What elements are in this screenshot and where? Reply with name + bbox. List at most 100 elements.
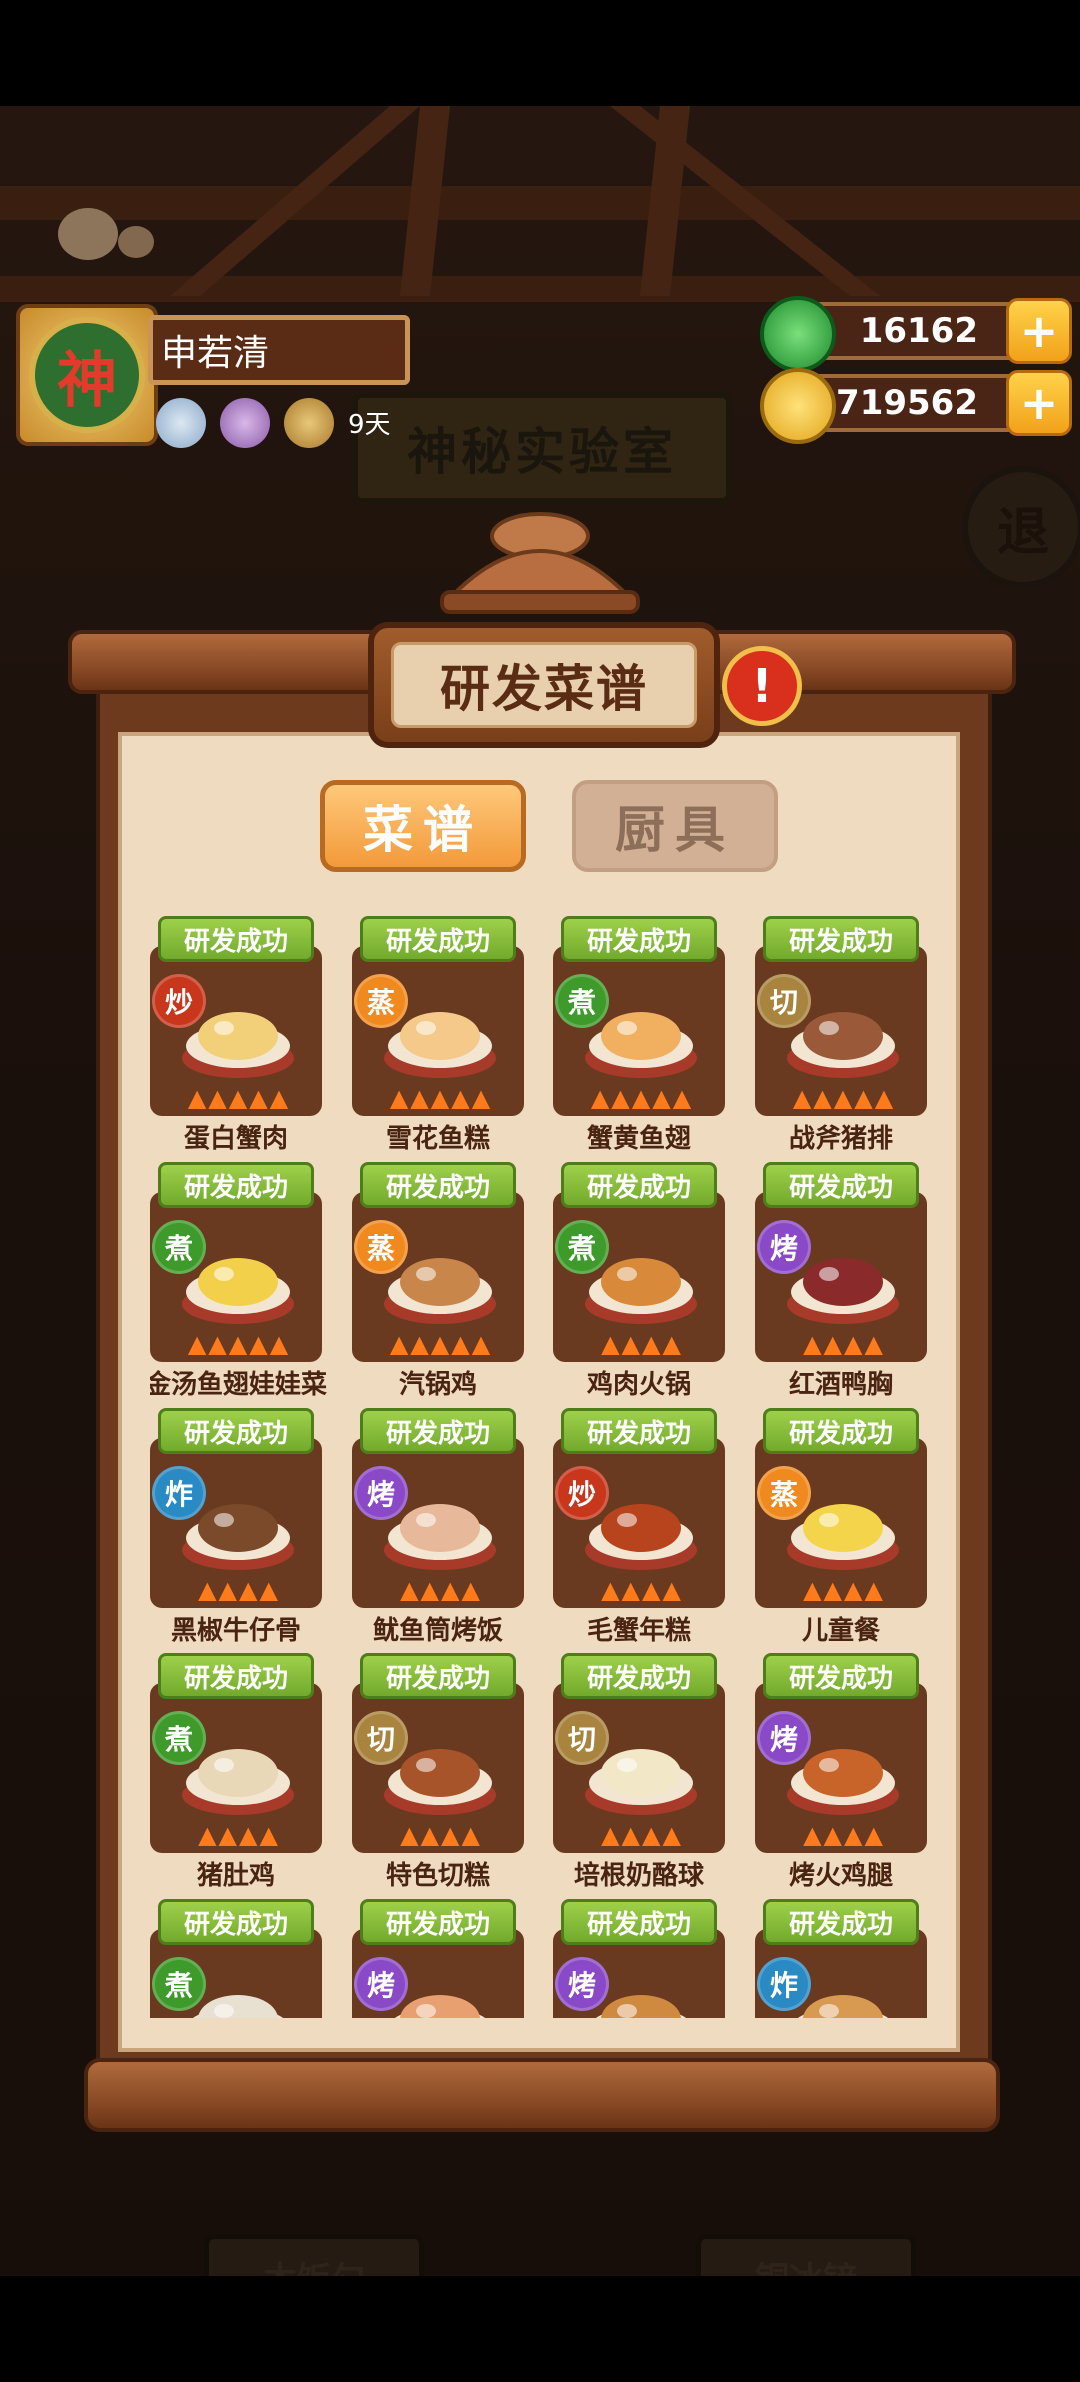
flame-icon: ▲ bbox=[672, 1084, 692, 1112]
recipe-card[interactable]: 研发成功切 ▲ ▲ ▲ ▲ 特色切糕 bbox=[352, 1653, 524, 1897]
recipe-card[interactable]: 研发成功烤 bbox=[553, 1899, 725, 2018]
recipe-card[interactable]: 研发成功炒 ▲ ▲ ▲ ▲ 毛蟹年糕 bbox=[553, 1408, 725, 1652]
recipe-card[interactable]: 研发成功煮 ▲ ▲ ▲ ▲ ▲ 蟹黄鱼翅 bbox=[553, 916, 725, 1160]
flame-rating: ▲ ▲ ▲ ▲ ▲ bbox=[168, 1330, 308, 1358]
flame-icon: ▲ bbox=[874, 1084, 894, 1112]
cook-method-badge: 煮 bbox=[152, 1957, 206, 2011]
recipe-card[interactable]: 研发成功蒸 ▲ ▲ ▲ ▲ ▲ 雪花鱼糕 bbox=[352, 916, 524, 1160]
flame-icon: ▲ bbox=[410, 1084, 429, 1112]
flame-rating: ▲ ▲ ▲ ▲ bbox=[370, 1576, 510, 1604]
status-ribbon: 研发成功 bbox=[158, 1408, 314, 1454]
recipe-name: 红酒鸭胸 bbox=[788, 1370, 893, 1400]
flame-icon: ▲ bbox=[662, 1576, 681, 1604]
coin-currency: 85719562 + bbox=[760, 368, 1072, 444]
recipe-card[interactable]: 研发成功煮 ▲ ▲ ▲ ▲ 鸡肉火锅 bbox=[553, 1162, 725, 1406]
utensil-plate-2: 铜冰铲 bbox=[696, 2234, 916, 2276]
flame-icon: ▲ bbox=[823, 1330, 842, 1358]
scroll-rod-bottom bbox=[84, 2058, 1000, 2132]
add-jade-button[interactable]: + bbox=[1006, 298, 1072, 364]
status-ribbon: 研发成功 bbox=[561, 1162, 717, 1208]
recipe-card[interactable]: 研发成功烤 ▲ ▲ ▲ ▲ 烤火鸡腿 bbox=[755, 1653, 927, 1897]
flame-icon: ▲ bbox=[662, 1330, 681, 1358]
cook-method-badge: 蒸 bbox=[757, 1466, 811, 1520]
pet-icon[interactable] bbox=[220, 398, 270, 448]
recipe-card[interactable]: 研发成功煮 ▲ ▲ ▲ ▲ ▲ 金汤鱼翅娃娃菜 bbox=[150, 1162, 327, 1406]
flame-icon: ▲ bbox=[420, 1821, 439, 1849]
status-ribbon: 研发成功 bbox=[763, 1408, 919, 1454]
cook-method-badge: 煮 bbox=[152, 1711, 206, 1765]
flame-rating: ▲ ▲ ▲ ▲ bbox=[773, 1576, 913, 1604]
status-ribbon: 研发成功 bbox=[561, 916, 717, 962]
flame-icon: ▲ bbox=[792, 1084, 812, 1112]
flame-icon: ▲ bbox=[208, 1330, 227, 1358]
flame-icon: ▲ bbox=[451, 1330, 470, 1358]
recipe-card[interactable]: 研发成功烤 bbox=[352, 1899, 524, 2018]
roof-beams bbox=[0, 106, 1080, 302]
recipe-name: 培根奶酪球 bbox=[573, 1861, 704, 1891]
cook-method-badge: 切 bbox=[757, 974, 811, 1028]
exit-button[interactable]: 退 bbox=[962, 466, 1080, 588]
flame-rating: ▲ ▲ ▲ ▲ ▲ bbox=[773, 1084, 913, 1112]
flame-icon: ▲ bbox=[864, 1576, 883, 1604]
recipe-card[interactable]: 研发成功炸 ▲ ▲ ▲ ▲ 黑椒牛仔骨 bbox=[150, 1408, 322, 1652]
status-ribbon: 研发成功 bbox=[360, 1408, 516, 1454]
status-ribbon: 研发成功 bbox=[763, 1899, 919, 1945]
flame-icon: ▲ bbox=[218, 1576, 237, 1604]
flame-icon: ▲ bbox=[198, 1576, 217, 1604]
add-coin-button[interactable]: + bbox=[1006, 370, 1072, 436]
recipe-card[interactable]: 研发成功蒸 ▲ ▲ ▲ ▲ 儿童餐 bbox=[755, 1408, 927, 1652]
info-button[interactable]: ! bbox=[722, 646, 802, 726]
flame-icon: ▲ bbox=[844, 1330, 863, 1358]
player-name: 申若清 bbox=[148, 315, 410, 385]
recipe-card[interactable]: 研发成功炸 bbox=[755, 1899, 927, 2018]
recipe-name: 蟹黄鱼翅 bbox=[586, 1124, 691, 1154]
flame-icon: ▲ bbox=[471, 1330, 491, 1358]
recipe-name: 金汤鱼翅娃娃菜 bbox=[150, 1370, 327, 1400]
recipe-card[interactable]: 研发成功烤 ▲ ▲ ▲ ▲ 红酒鸭胸 bbox=[755, 1162, 927, 1406]
flame-icon: ▲ bbox=[813, 1084, 832, 1112]
recipe-card[interactable]: 研发成功煮 ▲ ▲ ▲ ▲ 猪肚鸡 bbox=[150, 1653, 322, 1897]
recipe-name: 雪花鱼糕 bbox=[385, 1124, 490, 1154]
flame-icon: ▲ bbox=[389, 1084, 409, 1112]
recipe-card[interactable]: 研发成功切 ▲ ▲ ▲ ▲ 培根奶酪球 bbox=[553, 1653, 725, 1897]
cook-method-badge: 切 bbox=[555, 1711, 609, 1765]
status-ribbon: 研发成功 bbox=[561, 1899, 717, 1945]
tab-cookware[interactable]: 厨具 bbox=[572, 780, 778, 872]
recipe-card[interactable]: 研发成功切 ▲ ▲ ▲ ▲ ▲ 战斧猪排 bbox=[755, 916, 927, 1160]
tab-recipes[interactable]: 菜谱 bbox=[320, 780, 526, 872]
flame-icon: ▲ bbox=[249, 1084, 268, 1112]
flame-icon: ▲ bbox=[208, 1084, 227, 1112]
flame-icon: ▲ bbox=[198, 1821, 217, 1849]
flame-icon: ▲ bbox=[187, 1084, 207, 1112]
recipe-card[interactable]: 研发成功煮 bbox=[150, 1899, 322, 2018]
egg-icon[interactable] bbox=[156, 398, 206, 448]
recipe-card[interactable]: 研发成功烤 ▲ ▲ ▲ ▲ 鱿鱼筒烤饭 bbox=[352, 1408, 524, 1652]
recipe-name: 战斧猪排 bbox=[788, 1124, 893, 1154]
recipe-name: 汽锅鸡 bbox=[398, 1370, 477, 1400]
recipe-card[interactable]: 研发成功蒸 ▲ ▲ ▲ ▲ ▲ 汽锅鸡 bbox=[352, 1162, 524, 1406]
flame-rating: ▲ ▲ ▲ ▲ ▲ bbox=[370, 1330, 510, 1358]
flame-rating: ▲ ▲ ▲ ▲ ▲ bbox=[168, 1084, 308, 1112]
flame-icon: ▲ bbox=[642, 1330, 661, 1358]
cook-method-badge: 烤 bbox=[354, 1466, 408, 1520]
flame-rating: ▲ ▲ ▲ ▲ ▲ bbox=[571, 1084, 711, 1112]
flame-icon: ▲ bbox=[823, 1576, 842, 1604]
flame-rating: ▲ ▲ ▲ ▲ bbox=[773, 1821, 913, 1849]
flame-icon: ▲ bbox=[441, 1821, 460, 1849]
flame-icon: ▲ bbox=[218, 1821, 237, 1849]
cook-method-badge: 煮 bbox=[555, 1220, 609, 1274]
status-ribbon: 研发成功 bbox=[763, 1653, 919, 1699]
flame-rating: ▲ ▲ ▲ ▲ ▲ bbox=[370, 1084, 510, 1112]
flame-icon: ▲ bbox=[228, 1084, 248, 1112]
key-icon[interactable] bbox=[284, 398, 334, 448]
flame-icon: ▲ bbox=[249, 1330, 268, 1358]
flame-icon: ▲ bbox=[400, 1576, 419, 1604]
player-avatar[interactable]: 神 bbox=[16, 304, 158, 446]
recipe-card[interactable]: 研发成功炒 ▲ ▲ ▲ ▲ ▲ 蛋白蟹肉 bbox=[150, 916, 322, 1160]
status-ribbon: 研发成功 bbox=[158, 1899, 314, 1945]
recipe-name: 烤火鸡腿 bbox=[788, 1861, 893, 1891]
coin-icon bbox=[760, 368, 836, 444]
recipe-name: 特色切糕 bbox=[385, 1861, 490, 1891]
pot-lid-decoration bbox=[440, 512, 640, 614]
flame-icon: ▲ bbox=[269, 1330, 289, 1358]
